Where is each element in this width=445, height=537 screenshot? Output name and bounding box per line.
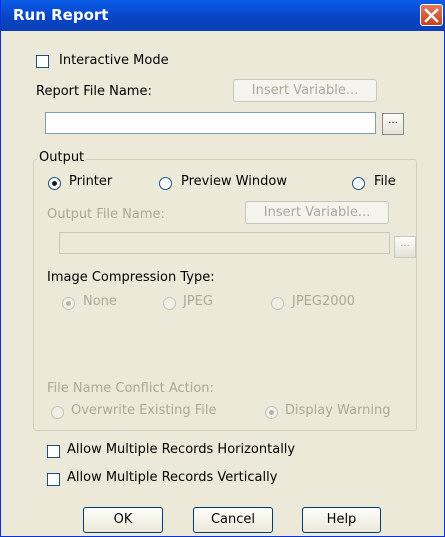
compression-jpeg2000-label: JPEG2000 (292, 294, 356, 309)
preview-window-label: Preview Window (181, 174, 287, 189)
interactive-mode-checkbox[interactable] (36, 55, 49, 68)
interactive-mode-label: Interactive Mode (59, 53, 169, 68)
preview-window-radio[interactable] (159, 177, 172, 190)
help-button[interactable]: Help (302, 507, 381, 533)
ok-button[interactable]: OK (83, 507, 163, 533)
report-file-name-label: Report File Name: (36, 84, 152, 99)
output-file-name-input[interactable] (59, 232, 390, 254)
printer-radio[interactable] (48, 177, 61, 190)
file-radio[interactable] (352, 177, 365, 190)
file-name-conflict-label: File Name Conflict Action: (47, 381, 214, 396)
report-file-browse-button[interactable]: ... (382, 113, 404, 135)
compression-none-radio[interactable] (62, 297, 75, 310)
file-label: File (374, 174, 396, 189)
display-warning-label: Display Warning (285, 403, 391, 418)
window-title: Run Report (13, 6, 109, 24)
overwrite-existing-label: Overwrite Existing File (71, 403, 217, 418)
compression-jpeg-radio[interactable] (163, 297, 176, 310)
output-file-name-label: Output File Name: (47, 207, 165, 222)
title-bar[interactable]: Run Report (1, 0, 445, 31)
output-insert-variable-button[interactable]: Insert Variable... (245, 201, 389, 224)
allow-vertical-checkbox[interactable] (47, 473, 60, 486)
report-insert-variable-button[interactable]: Insert Variable... (233, 79, 377, 102)
overwrite-existing-radio[interactable] (51, 406, 64, 419)
output-group-legend: Output (37, 150, 87, 165)
close-icon (424, 8, 439, 23)
compression-jpeg2000-radio[interactable] (271, 297, 284, 310)
run-report-dialog: Run Report Interactive Mode Report File … (0, 0, 445, 537)
allow-horizontal-checkbox[interactable] (47, 445, 60, 458)
report-file-name-input[interactable] (45, 112, 376, 134)
allow-vertical-label: Allow Multiple Records Vertically (67, 470, 278, 485)
printer-label: Printer (69, 174, 113, 189)
display-warning-radio[interactable] (265, 406, 278, 419)
compression-jpeg-label: JPEG (183, 294, 213, 309)
output-file-browse-button[interactable]: ... (394, 236, 416, 258)
image-compression-label: Image Compression Type: (47, 270, 215, 285)
compression-none-label: None (83, 294, 117, 309)
allow-horizontal-label: Allow Multiple Records Horizontally (67, 442, 296, 457)
cancel-button[interactable]: Cancel (193, 507, 273, 533)
close-button[interactable] (420, 4, 443, 26)
